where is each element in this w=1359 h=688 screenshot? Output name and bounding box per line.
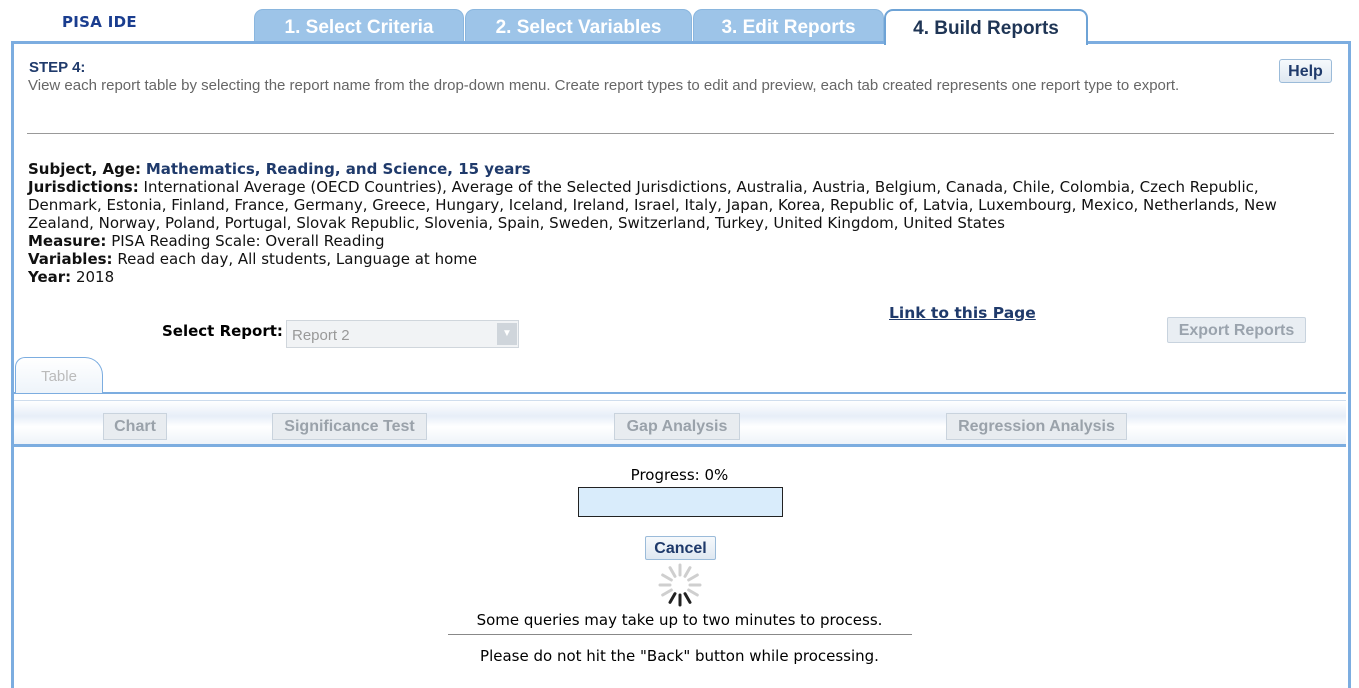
tab-edit-reports[interactable]: 3. Edit Reports (693, 9, 884, 43)
subject-age-value: Mathematics, Reading, and Science, 15 ye… (145, 160, 531, 178)
spinner-spoke (683, 592, 692, 604)
back-warning-message: Please do not hit the "Back" button whil… (480, 647, 879, 665)
loading-spinner-icon (658, 563, 702, 607)
select-report-value: Report 2 (292, 327, 350, 344)
jurisdictions-label: Jurisdictions: (28, 178, 139, 196)
tab-select-criteria[interactable]: 1. Select Criteria (254, 9, 464, 43)
link-to-this-page[interactable]: Link to this Page (889, 304, 1036, 322)
tab-build-reports[interactable]: 4. Build Reports (884, 9, 1088, 45)
divider (27, 133, 1334, 134)
measure-label: Measure: (28, 232, 107, 250)
spinner-spoke (687, 588, 699, 597)
measure-value: PISA Reading Scale: Overall Reading (111, 232, 385, 250)
divider (14, 392, 1346, 394)
year-value: 2018 (75, 268, 115, 286)
criteria-summary: Subject, Age: Mathematics, Reading, and … (28, 160, 1328, 286)
divider (14, 444, 1346, 447)
measure-row: Measure: PISA Reading Scale: Overall Rea… (28, 232, 1328, 250)
spinner-spoke (683, 566, 692, 578)
spinner-spoke (668, 566, 677, 578)
jurisdictions-row: Jurisdictions: International Average (OE… (28, 178, 1328, 232)
spinner-spoke (668, 592, 677, 604)
tab-table[interactable]: Table (15, 357, 103, 393)
variables-label: Variables: (28, 250, 113, 268)
jurisdictions-value: International Average (OECD Countries), … (28, 178, 1277, 232)
cancel-button[interactable]: Cancel (645, 536, 716, 560)
step-description: View each report table by selecting the … (28, 77, 1180, 94)
help-button[interactable]: Help (1279, 59, 1332, 83)
select-report-label: Select Report: (162, 322, 283, 340)
significance-test-button[interactable]: Significance Test (272, 413, 427, 440)
subject-age-label: Subject, Age: (28, 160, 142, 178)
regression-analysis-button[interactable]: Regression Analysis (946, 413, 1127, 440)
variables-row: Variables: Read each day, All students, … (28, 250, 1328, 268)
tab-select-variables[interactable]: 2. Select Variables (465, 9, 692, 43)
spinner-spoke (687, 573, 699, 582)
chevron-down-icon[interactable]: ▼ (497, 323, 517, 345)
year-label: Year: (28, 268, 72, 286)
gap-analysis-button[interactable]: Gap Analysis (614, 413, 740, 440)
step-title: STEP 4: (29, 59, 86, 76)
export-reports-button[interactable]: Export Reports (1167, 317, 1306, 343)
processing-message: Some queries may take up to two minutes … (476, 611, 883, 629)
divider (448, 634, 912, 635)
progress-label: Progress: 0% (630, 466, 729, 484)
spinner-spoke (661, 588, 673, 597)
variables-value: Read each day, All students, Language at… (117, 250, 478, 268)
chart-button[interactable]: Chart (103, 413, 167, 440)
subject-age-row: Subject, Age: Mathematics, Reading, and … (28, 160, 1328, 178)
spinner-spoke (661, 573, 673, 582)
pisa-ide-logo: PISA IDE (62, 13, 137, 31)
progress-bar (578, 487, 783, 517)
select-report-dropdown[interactable]: Report 2 ▼ (286, 320, 519, 348)
year-row: Year: 2018 (28, 268, 1328, 286)
